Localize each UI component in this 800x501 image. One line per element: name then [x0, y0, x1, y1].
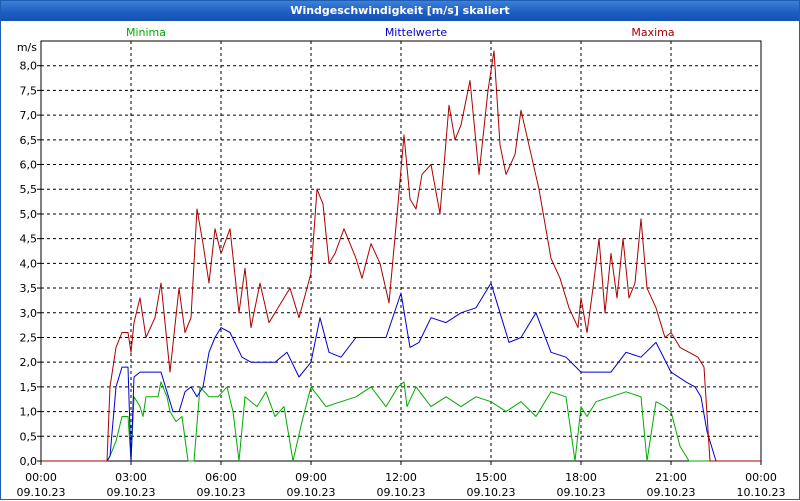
y-tick-label: 5,0 [20, 208, 38, 221]
y-tick-label: 7,0 [20, 109, 38, 122]
legend-maxima: Maxima [631, 26, 674, 39]
x-tick-time: 21:00 [655, 471, 687, 484]
x-tick-date: 09.10.23 [467, 486, 516, 499]
y-tick-label: 0,5 [20, 430, 38, 443]
x-tick-time: 03:00 [115, 471, 147, 484]
y-tick-label: 5,5 [20, 183, 38, 196]
y-tick-label: 4,5 [20, 233, 38, 246]
y-tick-label: 4,0 [20, 257, 38, 270]
y-axis-unit: m/s [17, 41, 37, 54]
legend-mittelwerte: Mittelwerte [385, 26, 448, 39]
x-tick-date: 09.10.23 [287, 486, 336, 499]
x-tick-date: 09.10.23 [377, 486, 426, 499]
y-tick-label: 1,0 [20, 406, 38, 419]
wind-speed-chart: 0,0 0,5 1,0 1,5 2,0 2,5 3,0 3,5 4,0 4,5 5,0 5,5 6,0 6… [17, 26, 786, 499]
y-tick-label: 0,0 [20, 455, 38, 468]
x-tick-time: 09:00 [295, 471, 327, 484]
x-tick-time: 00:00 [25, 471, 57, 484]
y-tick-label: 6,0 [20, 159, 38, 172]
x-tick-date: 09.10.23 [107, 486, 156, 499]
x-tick-time: 18:00 [565, 471, 597, 484]
y-tick-label: 2,0 [20, 356, 38, 369]
x-tick-date: 09.10.23 [647, 486, 696, 499]
y-tick-label: 3,5 [20, 282, 38, 295]
y-tick-label: 3,0 [20, 307, 38, 320]
x-tick-time: 12:00 [385, 471, 417, 484]
x-tick-date: 09.10.23 [557, 486, 606, 499]
legend-minima: Minima [126, 26, 166, 39]
x-tick-time: 00:00 [745, 471, 777, 484]
chart-window: Windgeschwindigkeit [m/s] skaliert 0,0 0,… [0, 0, 800, 500]
y-tick-label: 1,5 [20, 381, 38, 394]
x-tick-date: 09.10.23 [17, 486, 66, 499]
x-tick-date: 09.10.23 [197, 486, 246, 499]
y-tick-label: 7,5 [20, 84, 38, 97]
x-tick-date: 10.10.23 [737, 486, 786, 499]
x-tick-time: 15:00 [475, 471, 507, 484]
y-tick-label: 2,5 [20, 331, 38, 344]
x-tick-time: 06:00 [205, 471, 237, 484]
y-tick-label: 6,5 [20, 134, 38, 147]
y-tick-label: 8,0 [20, 60, 38, 73]
